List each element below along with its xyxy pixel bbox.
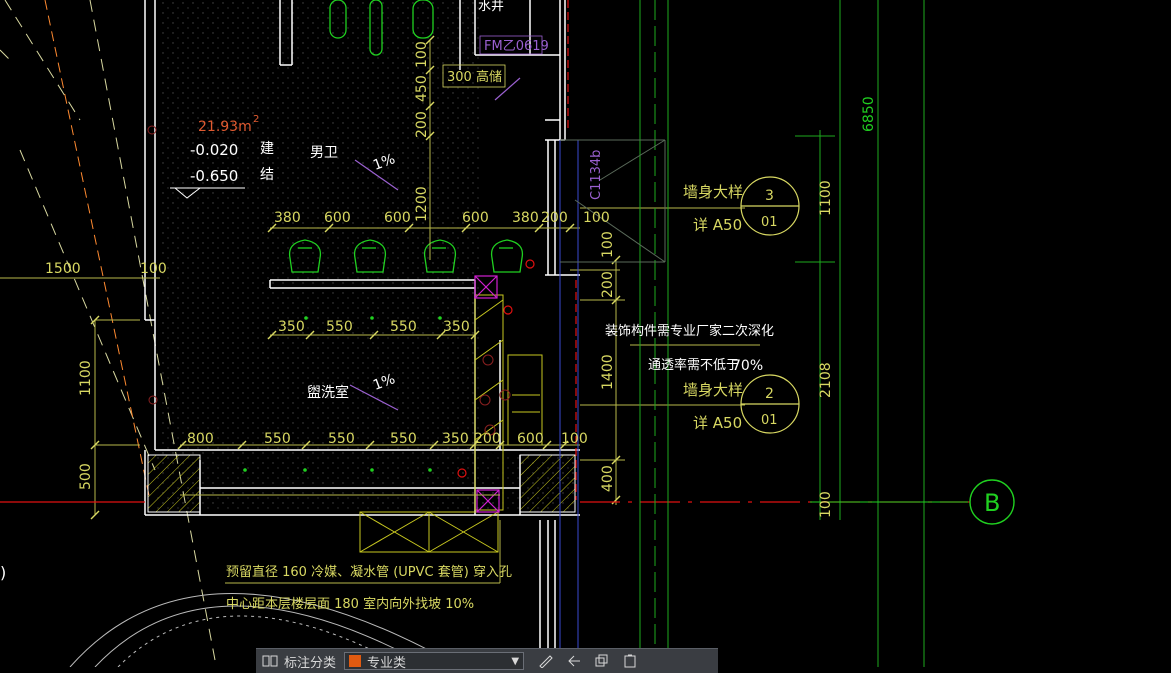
callout-1-ref: 详 A50 bbox=[693, 216, 742, 234]
left-edge-mark: ) bbox=[0, 563, 6, 582]
layer-toolbar: 标注分类 专业类 ▼ bbox=[256, 648, 718, 673]
callout-1-sheet: 01 bbox=[761, 215, 778, 230]
callout-1-num: 3 bbox=[765, 188, 774, 204]
dim-bot-4: 550 bbox=[390, 431, 417, 447]
note-pipe-2: 中心距本层楼层面 180 室内向外找坡 10% bbox=[226, 596, 474, 612]
room-wash-label: 盥洗室 bbox=[307, 384, 349, 401]
dim-mid-1: 350 bbox=[278, 319, 305, 335]
chevron-down-icon: ▼ bbox=[511, 655, 520, 667]
construction-lines-2 bbox=[44, 0, 151, 501]
door-tag: FM乙0619 bbox=[484, 39, 549, 54]
dim-v-2: 450 bbox=[414, 75, 430, 102]
riser-note: 300 高储 bbox=[447, 69, 502, 85]
level-arch: -0.020 bbox=[190, 141, 238, 159]
dim-v-3: 200 bbox=[414, 111, 430, 138]
dim-bot-5: 350 bbox=[442, 431, 469, 447]
dim-top-6: 200 bbox=[541, 210, 568, 226]
dim-v-10: 2108 bbox=[818, 362, 834, 398]
layer-manager-icon[interactable] bbox=[259, 652, 281, 670]
dim-bot-6: 200 bbox=[474, 431, 501, 447]
callout-2-sheet: 01 bbox=[761, 413, 778, 428]
dim-top-1: 380 bbox=[274, 210, 301, 226]
note-vent-pct: 70% bbox=[732, 358, 763, 374]
dim-v-9: 1100 bbox=[818, 180, 834, 216]
dim-bot-8: 100 bbox=[561, 431, 588, 447]
hatched-wall-right bbox=[519, 454, 576, 513]
dim-left-3: 1100 bbox=[78, 360, 94, 396]
window-tag: C1134b bbox=[589, 150, 604, 200]
dim-top-4: 600 bbox=[462, 210, 489, 226]
dim-v-12: 6850 bbox=[861, 96, 877, 132]
dim-top-3: 600 bbox=[384, 210, 411, 226]
level-arch-mark: 建 bbox=[260, 141, 274, 157]
match-layer-icon[interactable] bbox=[535, 652, 557, 670]
dim-v-8: 400 bbox=[600, 465, 616, 492]
callout-1-title: 墙身大样 bbox=[683, 183, 743, 201]
note-decor: 装饰构件需专业厂家二次深化 bbox=[605, 323, 774, 339]
room-area: 21.93m bbox=[198, 119, 252, 135]
dim-left-4: 500 bbox=[78, 463, 94, 490]
dim-left-2: 100 bbox=[140, 261, 167, 277]
callout-2-title: 墙身大样 bbox=[683, 381, 743, 399]
room-area-unit: 2 bbox=[253, 114, 259, 125]
previous-layer-icon[interactable] bbox=[563, 652, 585, 670]
callout-2-ref: 详 A50 bbox=[693, 414, 742, 432]
note-vent: 通透率需不低于 bbox=[648, 357, 739, 373]
dim-mid-2: 550 bbox=[326, 319, 353, 335]
dim-v-1: 100 bbox=[414, 41, 430, 68]
note-pipe-1: 预留直径 160 冷媒、凝水管 (UPVC 套管) 穿入孔 bbox=[226, 564, 512, 580]
dim-top-5: 380 bbox=[512, 210, 539, 226]
annot-category-label[interactable]: 标注分类 bbox=[284, 652, 336, 671]
dim-v-5: 100 bbox=[600, 231, 616, 258]
dim-mid-3: 550 bbox=[390, 319, 417, 335]
layer-select[interactable]: 专业类 ▼ bbox=[344, 652, 525, 671]
layer-color-swatch bbox=[349, 655, 362, 667]
level-struct: -0.650 bbox=[190, 167, 238, 185]
copy-layer-icon[interactable] bbox=[591, 652, 613, 670]
dim-bot-1: 800 bbox=[187, 431, 214, 447]
callout-2-num: 2 bbox=[765, 386, 774, 402]
dim-bot-7: 600 bbox=[517, 431, 544, 447]
level-struct-mark: 结 bbox=[260, 167, 274, 183]
cad-drawing-canvas[interactable]: 水井 FM乙0619 C1134b 300 高储 21.93m 2 -0.020… bbox=[0, 0, 1171, 667]
dim-v-4: 1200 bbox=[414, 186, 430, 222]
top-label: 水井 bbox=[478, 0, 504, 14]
grid-axis-label: B bbox=[984, 489, 1000, 517]
layer-states-icon[interactable] bbox=[619, 652, 641, 670]
dim-bot-3: 550 bbox=[328, 431, 355, 447]
dim-v-7: 1400 bbox=[600, 354, 616, 390]
dim-v-6: 200 bbox=[600, 271, 616, 298]
dim-top-7: 100 bbox=[583, 210, 610, 226]
dim-top-2: 600 bbox=[324, 210, 351, 226]
dim-left-1: 1500 bbox=[45, 261, 81, 277]
layer-select-value: 专业类 bbox=[367, 655, 407, 671]
dim-mid-4: 350 bbox=[443, 319, 470, 335]
dim-v-11: 100 bbox=[818, 491, 834, 518]
floor-fill-2 bbox=[155, 455, 575, 510]
dim-bot-2: 550 bbox=[264, 431, 291, 447]
room-men-label: 男卫 bbox=[310, 145, 338, 161]
hatched-wall-left bbox=[147, 454, 201, 513]
